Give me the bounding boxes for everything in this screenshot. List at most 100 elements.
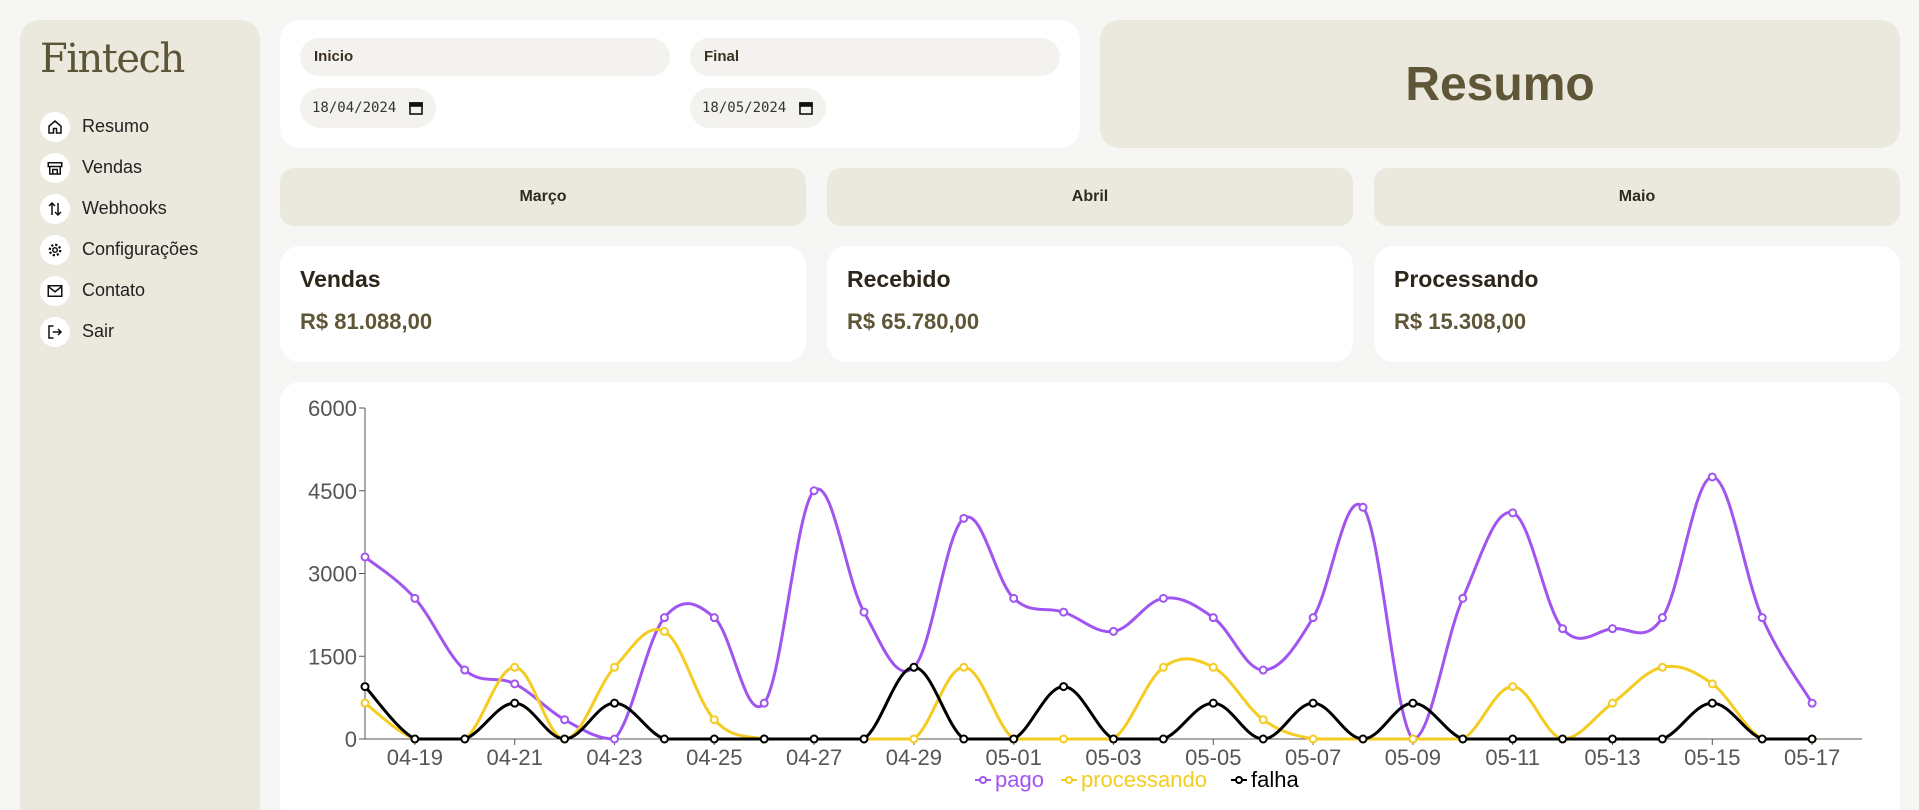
sidebar-item-contato[interactable]: Contato bbox=[40, 270, 240, 311]
data-point-falha bbox=[410, 734, 420, 744]
data-point-processando bbox=[1657, 662, 1667, 672]
start-date-group: Inicio 18/04/2024 bbox=[300, 38, 670, 128]
sales-line-chart: 0 1500 3000 4500 6000 04-19 04-21 04-23 04-25 04-… bbox=[308, 396, 1862, 792]
data-point-processando bbox=[1208, 662, 1218, 672]
data-point-processando bbox=[1158, 662, 1168, 672]
data-point-pago bbox=[1358, 502, 1368, 512]
data-point-processando bbox=[510, 662, 520, 672]
sidebar-item-vendas[interactable]: Vendas bbox=[40, 147, 240, 188]
data-point-falha bbox=[610, 698, 619, 708]
data-point-falha bbox=[460, 734, 470, 744]
x-tick-label: 05-15 bbox=[1684, 745, 1740, 770]
data-point-pago bbox=[460, 665, 470, 675]
data-point-falha bbox=[1807, 734, 1817, 744]
legend-dot-falha bbox=[1235, 776, 1243, 784]
data-point-falha bbox=[510, 698, 520, 708]
legend-label-falha: falha bbox=[1251, 767, 1299, 792]
data-point-falha bbox=[1458, 734, 1468, 744]
data-point-pago bbox=[1757, 613, 1767, 623]
end-date-group: Final 18/05/2024 bbox=[690, 38, 1060, 128]
stat-value: R$ 81.088,00 bbox=[300, 309, 433, 334]
data-point-falha bbox=[959, 734, 969, 744]
x-tick-label: 05-13 bbox=[1584, 745, 1640, 770]
page-title-panel: Resumo bbox=[1100, 20, 1900, 148]
data-point-pago bbox=[659, 613, 669, 623]
legend-dot-pago bbox=[979, 776, 987, 784]
x-tick-label: 04-27 bbox=[786, 745, 842, 770]
data-point-pago bbox=[1508, 508, 1518, 518]
mail-icon bbox=[40, 275, 70, 306]
data-point-pago bbox=[859, 607, 869, 617]
data-point-processando bbox=[959, 662, 969, 672]
sales-chart-card: 0 1500 3000 4500 6000 04-19 04-21 04-23 04-25 04-… bbox=[280, 382, 1900, 810]
data-point-falha bbox=[560, 734, 570, 744]
data-point-processando bbox=[1408, 734, 1418, 744]
data-point-falha bbox=[1508, 734, 1518, 744]
data-point-pago bbox=[1258, 665, 1268, 675]
page-title: Resumo bbox=[1405, 57, 1595, 111]
data-point-pago bbox=[560, 715, 570, 725]
data-point-pago bbox=[1807, 698, 1817, 708]
sidebar-item-label: Configurações bbox=[82, 239, 199, 259]
data-point-pago bbox=[1558, 624, 1568, 634]
data-point-pago bbox=[759, 698, 769, 708]
stat-card-vendas: Vendas R$ 81.088,00 bbox=[280, 246, 806, 362]
stat-title: Processando bbox=[1394, 266, 1539, 292]
data-point-falha bbox=[360, 682, 370, 692]
data-point-processando bbox=[1608, 698, 1617, 708]
store-icon bbox=[40, 152, 70, 183]
data-point-pago bbox=[360, 552, 370, 562]
y-tick-label: 3000 bbox=[308, 562, 357, 587]
calendar-icon[interactable] bbox=[408, 100, 424, 116]
x-tick-label: 04-21 bbox=[487, 745, 543, 770]
legend-dot-processando bbox=[1065, 776, 1073, 784]
home-icon bbox=[40, 111, 70, 142]
data-point-falha bbox=[1558, 734, 1568, 744]
data-point-falha bbox=[1208, 698, 1218, 708]
calendar-icon[interactable] bbox=[798, 100, 814, 116]
data-point-processando bbox=[1707, 679, 1717, 689]
data-point-pago bbox=[709, 613, 719, 623]
data-point-pago bbox=[1059, 607, 1069, 617]
data-point-processando bbox=[709, 715, 719, 725]
data-point-processando bbox=[360, 698, 370, 708]
data-point-processando bbox=[610, 662, 619, 672]
data-point-processando bbox=[659, 626, 669, 636]
data-point-processando bbox=[1258, 715, 1268, 725]
legend-label-processando: processando bbox=[1081, 767, 1207, 792]
start-date-input[interactable]: 18/04/2024 bbox=[300, 88, 437, 128]
start-date-label: Inicio bbox=[300, 38, 670, 76]
x-tick-label: 04-29 bbox=[886, 745, 942, 770]
sidebar-item-label: Webhooks bbox=[82, 198, 167, 218]
data-point-processando bbox=[909, 734, 919, 744]
sidebar-item-label: Contato bbox=[82, 280, 146, 300]
data-point-pago bbox=[809, 486, 819, 496]
data-point-falha bbox=[809, 734, 819, 744]
sidebar-item-configuracoes[interactable]: Configurações bbox=[40, 229, 240, 270]
sidebar-item-resumo[interactable]: Resumo bbox=[40, 106, 240, 147]
month-button-marco[interactable]: Março bbox=[280, 168, 806, 226]
data-point-falha bbox=[1408, 698, 1418, 708]
data-point-pago bbox=[510, 679, 520, 689]
data-point-falha bbox=[709, 734, 719, 744]
month-button-abril[interactable]: Abril bbox=[827, 168, 1353, 226]
data-point-falha bbox=[1109, 734, 1118, 744]
x-tick-label: 04-25 bbox=[686, 745, 742, 770]
x-tick-label: 05-11 bbox=[1485, 745, 1540, 770]
series-line-processando bbox=[364, 628, 1813, 741]
month-button-maio[interactable]: Maio bbox=[1374, 168, 1900, 226]
data-point-pago bbox=[1109, 626, 1118, 636]
data-point-falha bbox=[1608, 734, 1617, 744]
data-point-processando bbox=[1308, 734, 1318, 744]
end-date-input[interactable]: 18/05/2024 bbox=[690, 88, 827, 128]
x-tick-label: 04-19 bbox=[387, 745, 443, 770]
series-line-pago bbox=[364, 475, 1814, 741]
sidebar-item-sair[interactable]: Sair bbox=[40, 311, 240, 352]
y-tick-label: 0 bbox=[345, 727, 357, 752]
sidebar-item-webhooks[interactable]: Webhooks bbox=[40, 188, 240, 229]
data-point-pago bbox=[1308, 613, 1318, 623]
x-tick-label: 04-23 bbox=[586, 745, 642, 770]
data-point-falha bbox=[1308, 698, 1318, 708]
data-point-falha bbox=[909, 662, 919, 672]
data-point-pago bbox=[959, 513, 969, 523]
